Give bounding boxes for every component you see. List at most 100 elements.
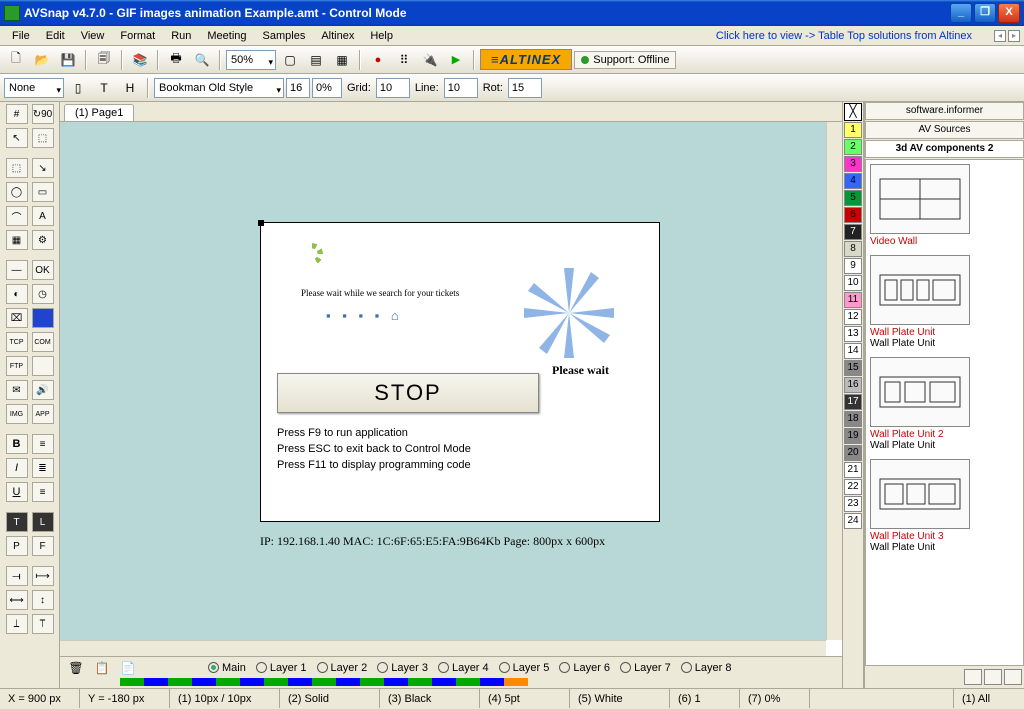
grid-input[interactable]: 10 bbox=[376, 78, 410, 98]
menu-meeting[interactable]: Meeting bbox=[199, 28, 254, 44]
com-icon[interactable]: COM bbox=[32, 332, 54, 352]
dash-icon[interactable]: — bbox=[6, 260, 28, 280]
cyl-icon[interactable]: ⌧ bbox=[6, 308, 28, 328]
promo-link[interactable]: Click here to view -> Table Top solution… bbox=[716, 30, 992, 42]
connect-button[interactable]: 🔌 bbox=[418, 49, 442, 71]
layout-button[interactable]: ▦ bbox=[330, 49, 354, 71]
layer-main[interactable]: Main bbox=[204, 662, 250, 674]
layer-5[interactable]: Layer 5 bbox=[495, 662, 554, 674]
numstrip-21[interactable]: 21 bbox=[844, 462, 862, 478]
arrow4-icon[interactable]: ↕ bbox=[32, 590, 54, 610]
t-button[interactable]: T bbox=[92, 77, 116, 99]
numstrip-6[interactable]: 6 bbox=[844, 207, 862, 223]
textlines-icon[interactable]: ≡ bbox=[32, 482, 54, 502]
numstrip-23[interactable]: 23 bbox=[844, 496, 862, 512]
copy-button[interactable]: 🗐 bbox=[92, 49, 116, 71]
palette-item[interactable]: Wall Plate Unit Wall Plate Unit bbox=[870, 255, 1019, 349]
layer-1[interactable]: Layer 1 bbox=[252, 662, 311, 674]
grid-icon[interactable]: # bbox=[6, 104, 28, 124]
tcp-icon[interactable]: TCP bbox=[6, 332, 28, 352]
numstrip-12[interactable]: 12 bbox=[844, 309, 862, 325]
grid-dots-button[interactable]: ⠿ bbox=[392, 49, 416, 71]
rot-input[interactable]: 15 bbox=[508, 78, 542, 98]
horizontal-scrollbar[interactable] bbox=[60, 640, 826, 656]
page-box[interactable]: Please wait while we search for your tic… bbox=[260, 222, 660, 522]
open-button[interactable]: 📂 bbox=[30, 49, 54, 71]
gear-icon[interactable]: ⚙ bbox=[32, 230, 54, 250]
numstrip-8[interactable]: 8 bbox=[844, 241, 862, 257]
rtab-software[interactable]: software.informer bbox=[865, 102, 1024, 120]
menu-altinex[interactable]: Altinex bbox=[313, 28, 362, 44]
rfooter-icon-1[interactable] bbox=[964, 669, 982, 685]
swatch[interactable] bbox=[276, 678, 288, 686]
numstrip-5[interactable]: 5 bbox=[844, 190, 862, 206]
pages-button[interactable]: ▤ bbox=[304, 49, 328, 71]
text-frame-button[interactable]: ▯ bbox=[66, 77, 90, 99]
img-icon[interactable]: IMG bbox=[6, 404, 28, 424]
palette-item[interactable]: Wall Plate Unit 2 Wall Plate Unit bbox=[870, 357, 1019, 451]
stop-button[interactable]: STOP bbox=[277, 373, 539, 413]
select-icon[interactable]: ⬚ bbox=[6, 158, 28, 178]
rotate90-icon[interactable]: ↻90 bbox=[32, 104, 54, 124]
numstrip-3[interactable]: 3 bbox=[844, 156, 862, 172]
swatch[interactable] bbox=[360, 678, 372, 686]
slider-icon[interactable]: ◐ bbox=[6, 284, 28, 304]
menu-help[interactable]: Help bbox=[362, 28, 401, 44]
speaker-icon[interactable]: 🔊 bbox=[32, 380, 54, 400]
layer-bin-icon[interactable]: 📋 bbox=[90, 657, 114, 679]
numstrip-close-icon[interactable]: ╳ bbox=[844, 103, 862, 121]
resize-handle[interactable] bbox=[258, 220, 264, 226]
swatch[interactable] bbox=[432, 678, 444, 686]
menu-format[interactable]: Format bbox=[112, 28, 163, 44]
swatch[interactable] bbox=[204, 678, 216, 686]
tab-page1[interactable]: (1) Page1 bbox=[64, 104, 134, 121]
numstrip-2[interactable]: 2 bbox=[844, 139, 862, 155]
library-button[interactable]: 📚 bbox=[128, 49, 152, 71]
support-status[interactable]: Support: Offline bbox=[574, 51, 676, 69]
underline-icon[interactable]: U bbox=[6, 482, 28, 502]
mail-icon[interactable]: ✉ bbox=[6, 380, 28, 400]
numstrip-19[interactable]: 19 bbox=[844, 428, 862, 444]
pointer-icon[interactable]: ↘ bbox=[32, 158, 54, 178]
text-icon[interactable]: A bbox=[32, 206, 54, 226]
altinex-logo[interactable]: ≡ALTINEX bbox=[480, 49, 572, 70]
rfooter-icon-3[interactable] bbox=[1004, 669, 1022, 685]
font-size-input[interactable]: 16 bbox=[286, 78, 310, 98]
numstrip-7[interactable]: 7 bbox=[844, 224, 862, 240]
italic-icon[interactable]: I bbox=[6, 458, 28, 478]
arrow2-icon[interactable]: ⟼ bbox=[32, 566, 54, 586]
minimize-button[interactable]: _ bbox=[950, 3, 972, 23]
layer-delete-icon[interactable]: 🗑 bbox=[64, 657, 88, 679]
numstrip-11[interactable]: 11 bbox=[844, 292, 862, 308]
numstrip-15[interactable]: 15 bbox=[844, 360, 862, 376]
zoom-combo[interactable]: 50% bbox=[226, 50, 276, 70]
layer-3[interactable]: Layer 3 bbox=[373, 662, 432, 674]
menu-view[interactable]: View bbox=[73, 28, 113, 44]
new-button[interactable]: 🗋 bbox=[4, 49, 28, 71]
swatch[interactable] bbox=[288, 678, 300, 686]
palette-item[interactable]: Video Wall bbox=[870, 164, 1019, 247]
ftp-icon[interactable]: FTP bbox=[6, 356, 28, 376]
f-icon[interactable]: F bbox=[32, 536, 54, 556]
swatch[interactable] bbox=[336, 678, 348, 686]
palette-item[interactable]: Wall Plate Unit 3 Wall Plate Unit bbox=[870, 459, 1019, 553]
arc-icon[interactable]: ⌒ bbox=[6, 206, 28, 226]
numstrip-20[interactable]: 20 bbox=[844, 445, 862, 461]
numstrip-4[interactable]: 4 bbox=[844, 173, 862, 189]
swatch[interactable] bbox=[516, 678, 528, 686]
swatch[interactable] bbox=[264, 678, 276, 686]
numstrip-10[interactable]: 10 bbox=[844, 275, 862, 291]
layer-7[interactable]: Layer 7 bbox=[616, 662, 675, 674]
numstrip-9[interactable]: 9 bbox=[844, 258, 862, 274]
swatch[interactable] bbox=[144, 678, 156, 686]
percent-input[interactable]: 0% bbox=[312, 78, 342, 98]
arrow6-icon[interactable]: ⟙ bbox=[32, 614, 54, 634]
component-palette[interactable]: Video Wall Wall Plate Unit Wall Plate Un… bbox=[865, 159, 1024, 666]
swatch[interactable] bbox=[492, 678, 504, 686]
swatch[interactable] bbox=[300, 678, 312, 686]
page-button[interactable]: ▢ bbox=[278, 49, 302, 71]
swatch[interactable] bbox=[468, 678, 480, 686]
ok-icon[interactable]: OK bbox=[32, 260, 54, 280]
swatch[interactable] bbox=[252, 678, 264, 686]
layer-6[interactable]: Layer 6 bbox=[555, 662, 614, 674]
